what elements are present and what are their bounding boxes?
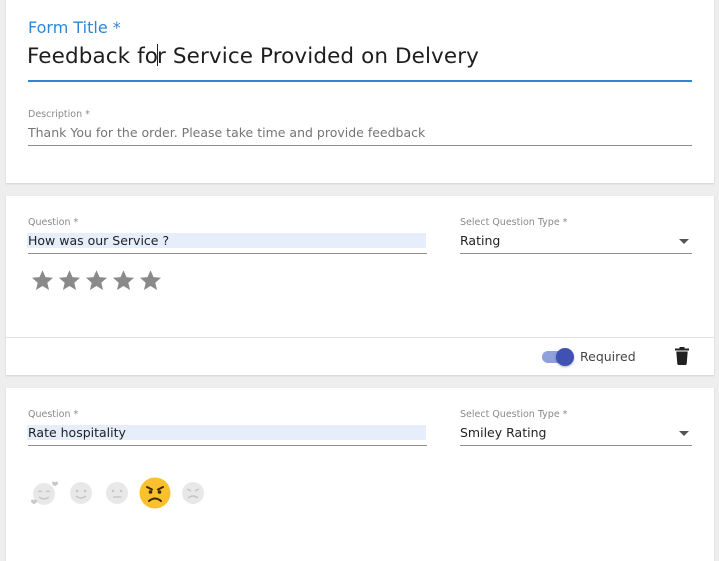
star-rating — [30, 268, 163, 293]
question-underline — [28, 445, 427, 446]
star-icon[interactable] — [57, 268, 82, 293]
form-title-input[interactable]: Feedback for Service Provided on Delvery — [27, 44, 479, 69]
question-card-1: Question * How was our Service ? Select … — [6, 196, 714, 375]
question-type-label: Select Question Type * — [460, 409, 568, 420]
form-title-text-end: r Service Provided on Delvery — [157, 44, 479, 69]
description-underline — [28, 145, 692, 146]
required-label: Required — [580, 349, 636, 364]
star-icon[interactable] — [111, 268, 136, 293]
question-type-select[interactable]: Smiley Rating — [460, 425, 546, 440]
angry-smiley-icon[interactable] — [138, 476, 172, 510]
question-input-text: Rate hospitality — [27, 425, 426, 440]
neutral-smiley-icon[interactable] — [102, 478, 132, 508]
description-input[interactable]: Thank You for the order. Please take tim… — [28, 125, 425, 140]
question-card-2: Question * Rate hospitality Select Quest… — [6, 388, 714, 561]
toggle-thumb — [556, 348, 574, 366]
trash-icon[interactable] — [675, 347, 689, 365]
in-love-smiley-icon[interactable] — [30, 478, 60, 508]
card-divider — [6, 337, 714, 338]
question-label: Question * — [28, 217, 79, 228]
form-title-text-start: Feedback fo — [27, 44, 159, 69]
question-type-underline — [460, 253, 692, 254]
dropdown-arrow-icon[interactable] — [679, 431, 689, 436]
star-icon[interactable] — [84, 268, 109, 293]
star-icon[interactable] — [138, 268, 163, 293]
question-label: Question * — [28, 409, 79, 420]
question-underline — [28, 253, 427, 254]
crying-smiley-icon[interactable] — [178, 478, 208, 508]
form-title-label: Form Title * — [28, 18, 121, 37]
dropdown-arrow-icon[interactable] — [679, 239, 689, 244]
question-type-underline — [460, 445, 692, 446]
required-toggle[interactable] — [540, 347, 574, 367]
smiley-rating — [30, 476, 214, 510]
star-icon[interactable] — [30, 268, 55, 293]
question-type-select[interactable]: Rating — [460, 233, 500, 248]
form-header-card: Form Title * Feedback for Service Provid… — [6, 0, 714, 183]
form-title-underline — [28, 80, 692, 82]
description-label: Description * — [28, 109, 90, 120]
happy-smiley-icon[interactable] — [66, 478, 96, 508]
question-input[interactable]: How was our Service ? — [27, 233, 426, 248]
question-type-label: Select Question Type * — [460, 217, 568, 228]
question-input-text: How was our Service ? — [27, 233, 426, 248]
question-input[interactable]: Rate hospitality — [27, 425, 426, 440]
